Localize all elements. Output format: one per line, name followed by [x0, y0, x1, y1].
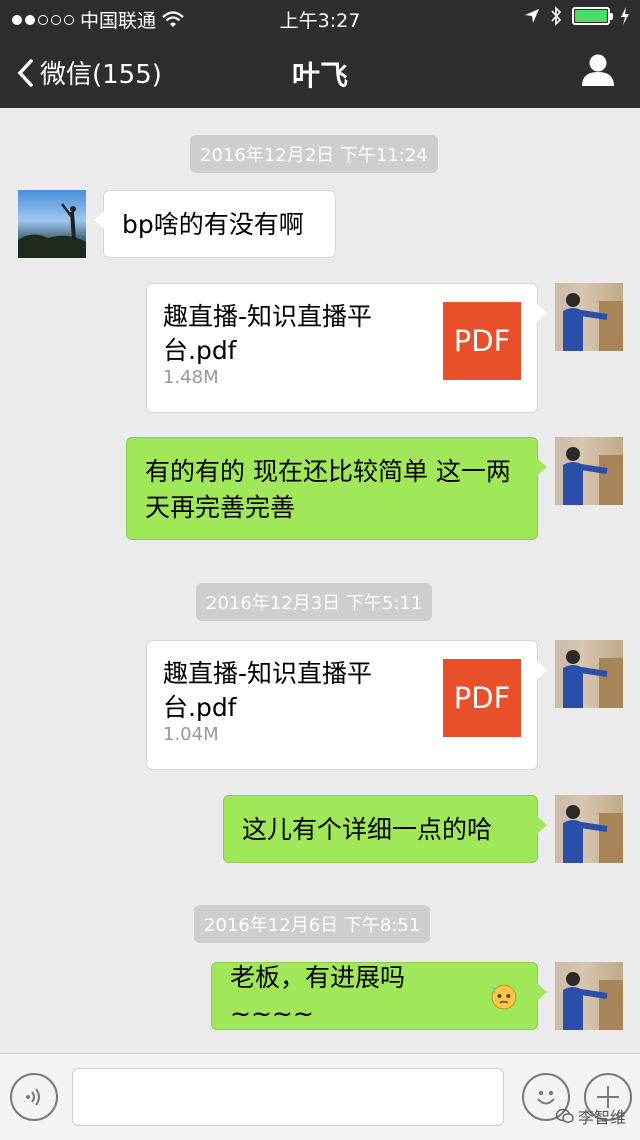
file-message-bubble[interactable]: 趣直播-知识直播平台.pdf 1.04M PDF	[146, 640, 547, 770]
pdf-file-icon: PDF	[443, 302, 521, 380]
file-size: 1.04M	[163, 724, 219, 745]
my-avatar[interactable]	[555, 437, 623, 505]
file-size: 1.48M	[163, 367, 219, 388]
pdf-file-icon: PDF	[443, 659, 521, 737]
timestamp: 2016年12月2日 下午11:24	[190, 135, 438, 173]
charging-icon	[621, 7, 629, 25]
message-text: 老板，有进展吗~~~~	[230, 963, 406, 1028]
message-input[interactable]	[72, 1068, 504, 1126]
voice-icon	[26, 1088, 40, 1106]
file-name: 趣直播-知识直播平台.pdf	[163, 302, 373, 365]
voice-button[interactable]	[10, 1073, 58, 1121]
timestamp: 2016年12月3日 下午5:11	[196, 583, 433, 621]
battery-icon	[572, 7, 613, 25]
message-text: 这儿有个详细一点的哈	[242, 815, 493, 844]
message-bubble[interactable]: bp啥的有没有啊	[94, 190, 336, 258]
message-text: bp啥的有没有啊	[122, 210, 304, 239]
file-name: 趣直播-知识直播平台.pdf	[163, 659, 373, 722]
message-bubble[interactable]: 这儿有个详细一点的哈	[223, 795, 547, 863]
profile-icon[interactable]	[580, 52, 616, 88]
message-text: 有的有的 现在还比较简单 这一两天再完善完善	[145, 457, 511, 522]
contact-avatar[interactable]	[18, 190, 86, 258]
watermark-text: 李智维	[577, 1108, 626, 1127]
my-avatar[interactable]	[555, 795, 623, 863]
status-bar: 中国联通 上午3:27	[0, 0, 640, 36]
watermark: 李智维	[555, 1104, 626, 1128]
input-bar: 李智维	[0, 1053, 640, 1140]
timestamp: 2016年12月6日 下午8:51	[194, 905, 431, 943]
my-avatar[interactable]	[555, 283, 623, 351]
nav-bar: 微信(155) 叶飞	[0, 36, 640, 108]
my-avatar[interactable]	[555, 962, 623, 1030]
location-icon	[525, 9, 539, 23]
my-avatar[interactable]	[555, 640, 623, 708]
sweat-emoji-icon	[491, 984, 517, 1010]
chat-title: 叶飞	[291, 59, 348, 92]
wechat-logo-icon	[555, 1108, 574, 1123]
message-bubble[interactable]: 有的有的 现在还比较简单 这一两天再完善完善	[126, 437, 547, 540]
message-bubble[interactable]: 老板，有进展吗~~~~	[211, 962, 547, 1030]
file-message-bubble[interactable]: 趣直播-知识直播平台.pdf 1.48M PDF	[146, 283, 547, 413]
bluetooth-icon	[551, 6, 562, 26]
